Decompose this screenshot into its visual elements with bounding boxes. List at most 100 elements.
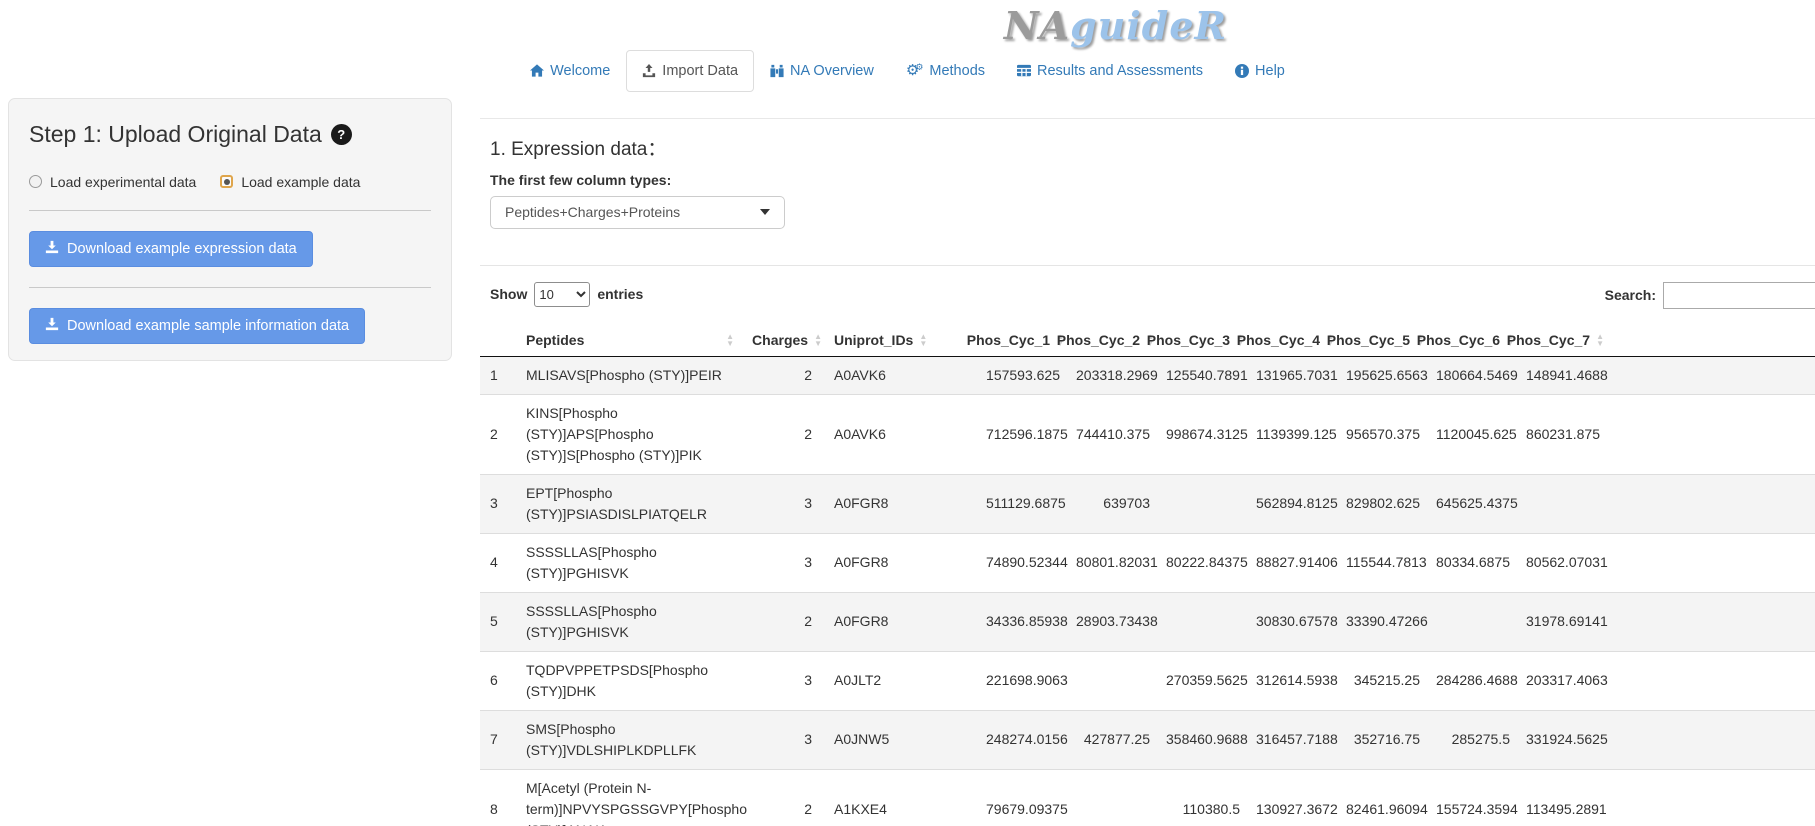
value-cell: 80562.07031 (1516, 533, 1606, 592)
tab-welcome[interactable]: Welcome (514, 50, 626, 92)
value-cell (1066, 769, 1156, 826)
question-icon[interactable]: ? (331, 124, 352, 145)
value-cell: 860231.875 (1516, 394, 1606, 474)
tab-label: Welcome (550, 61, 610, 81)
step1-title-text: Step 1: Upload Original Data (29, 121, 322, 148)
column-header-phos_cyc_6[interactable]: Phos_Cyc_6▲▼ (1426, 324, 1516, 357)
radio-unchecked-icon (29, 175, 42, 188)
radio-checked-icon (220, 175, 233, 188)
value-cell: 270359.5625 (1156, 651, 1246, 710)
sort-icon: ▲▼ (814, 333, 822, 347)
download-example-sample-information-data-button[interactable]: Download example sample information data (29, 308, 365, 344)
value-cell: 358460.9688 (1156, 710, 1246, 769)
column-types-selected-value: Peptides+Charges+Proteins (505, 204, 680, 220)
radio-load-experimental-data[interactable]: Load experimental data (29, 174, 196, 190)
peptide-cell: TQDPVPPETPSDS[Phospho (STY)]DHK (516, 651, 744, 710)
column-header-peptides[interactable]: Peptides▲▼ (516, 324, 744, 357)
charge-cell: 2 (744, 592, 824, 651)
column-header-phos_cyc_7[interactable]: Phos_Cyc_7▲▼ (1516, 324, 1606, 357)
value-cell: 28903.73438 (1066, 592, 1156, 651)
value-cell: 1139399.125 (1246, 394, 1336, 474)
row-index-cell: 7 (480, 710, 516, 769)
value-cell: 744410.375 (1066, 394, 1156, 474)
filler-cell (1606, 651, 1815, 710)
mid-divider (480, 265, 1815, 266)
sidebar-divider (29, 210, 431, 211)
column-header-uniprot_ids[interactable]: Uniprot_IDs▲▼ (824, 324, 976, 357)
column-header-label: Phos_Cyc_4 (1237, 332, 1320, 348)
value-cell: 562894.8125 (1246, 474, 1336, 533)
table-row: 4SSSSLLAS[Phospho (STY)]PGHISVK3A0FGR874… (480, 533, 1815, 592)
row-index-cell: 8 (480, 769, 516, 826)
expression-data-heading: 1. Expression data： (490, 134, 1815, 161)
value-cell: 639703 (1066, 474, 1156, 533)
column-header-phos_cyc_3[interactable]: Phos_Cyc_3▲▼ (1156, 324, 1246, 357)
filler-cell (1606, 533, 1815, 592)
download-icon (45, 317, 59, 335)
value-cell: 30830.67578 (1246, 592, 1336, 651)
value-cell: 511129.6875 (976, 474, 1066, 533)
value-cell: 80222.84375 (1156, 533, 1246, 592)
column-header-label: Peptides (526, 332, 584, 348)
tab-results-and-assessments[interactable]: Results and Assessments (1001, 50, 1219, 92)
uniprot-cell: A0FGR8 (824, 592, 976, 651)
value-cell: 998674.3125 (1156, 394, 1246, 474)
value-cell: 88827.91406 (1246, 533, 1336, 592)
search-input[interactable] (1663, 282, 1815, 309)
value-cell: 829802.625 (1336, 474, 1426, 533)
column-types-select[interactable]: Peptides+Charges+Proteins (490, 196, 785, 229)
column-header-phos_cyc_5[interactable]: Phos_Cyc_5▲▼ (1336, 324, 1426, 357)
charge-cell: 3 (744, 533, 824, 592)
binoculars-icon (770, 64, 784, 78)
peptide-cell: M[Acetyl (Protein N-term)]NPVYSPGSSGVPY[… (516, 769, 744, 826)
peptide-cell: MLISAVS[Phospho (STY)]PEIR (516, 356, 744, 394)
table-row: 2KINS[Phospho (STY)]APS[Phospho (STY)]S[… (480, 394, 1815, 474)
column-header-charges[interactable]: Charges▲▼ (744, 324, 824, 357)
value-cell: 1120045.625 (1426, 394, 1516, 474)
tab-label: Help (1255, 61, 1285, 81)
value-cell: 80801.82031 (1066, 533, 1156, 592)
button-label: Download example expression data (67, 241, 297, 257)
row-index-cell: 2 (480, 394, 516, 474)
download-example-expression-data-button[interactable]: Download example expression data (29, 231, 313, 267)
app-logo: NAguideR (1004, 6, 1227, 46)
uniprot-cell: A1KXE4 (824, 769, 976, 826)
tab-import-data[interactable]: Import Data (626, 50, 754, 92)
value-cell: 284286.4688 (1426, 651, 1516, 710)
table-row: 3EPT[Phospho (STY)]PSIASDISLPIATQELR3A0F… (480, 474, 1815, 533)
tab-na-overview[interactable]: NA Overview (754, 50, 890, 92)
charge-cell: 2 (744, 356, 824, 394)
table-header-row: Peptides▲▼Charges▲▼Uniprot_IDs▲▼Phos_Cyc… (480, 324, 1815, 357)
uniprot-cell: A0FGR8 (824, 533, 976, 592)
column-header-phos_cyc_1[interactable]: Phos_Cyc_1▲▼ (976, 324, 1066, 357)
value-cell: 148941.4688 (1516, 356, 1606, 394)
tab-methods[interactable]: ⚙⚙ Methods (890, 50, 1001, 92)
peptide-cell: SSSSLLAS[Phospho (STY)]PGHISVK (516, 533, 744, 592)
tab-label: Methods (929, 61, 985, 81)
value-cell: 74890.52344 (976, 533, 1066, 592)
value-cell: 195625.6563 (1336, 356, 1426, 394)
uniprot-cell: A0FGR8 (824, 474, 976, 533)
column-header-phos_cyc_4[interactable]: Phos_Cyc_4▲▼ (1246, 324, 1336, 357)
top-divider (480, 118, 1815, 119)
filler-cell (1606, 394, 1815, 474)
value-cell: 33390.47266 (1336, 592, 1426, 651)
tab-help[interactable]: Help (1219, 50, 1301, 92)
logo-text-guider: guideR (1070, 3, 1227, 48)
column-header-label: Phos_Cyc_1 (967, 332, 1050, 348)
show-label: Show (490, 286, 527, 302)
value-cell: 125540.7891 (1156, 356, 1246, 394)
filler-cell (1606, 592, 1815, 651)
value-cell: 110380.5 (1156, 769, 1246, 826)
value-cell: 316457.7188 (1246, 710, 1336, 769)
value-cell (1426, 592, 1516, 651)
expression-data-table: Peptides▲▼Charges▲▼Uniprot_IDs▲▼Phos_Cyc… (480, 324, 1815, 826)
page-length-select[interactable]: 10 (534, 282, 590, 307)
home-icon (530, 64, 544, 77)
caret-down-icon (760, 209, 770, 215)
table-row: 5SSSSLLAS[Phospho (STY)]PGHISVK2A0FGR834… (480, 592, 1815, 651)
radio-load-example-data[interactable]: Load example data (220, 174, 360, 190)
column-header-phos_cyc_2[interactable]: Phos_Cyc_2▲▼ (1066, 324, 1156, 357)
value-cell: 180664.5469 (1426, 356, 1516, 394)
value-cell (1516, 474, 1606, 533)
